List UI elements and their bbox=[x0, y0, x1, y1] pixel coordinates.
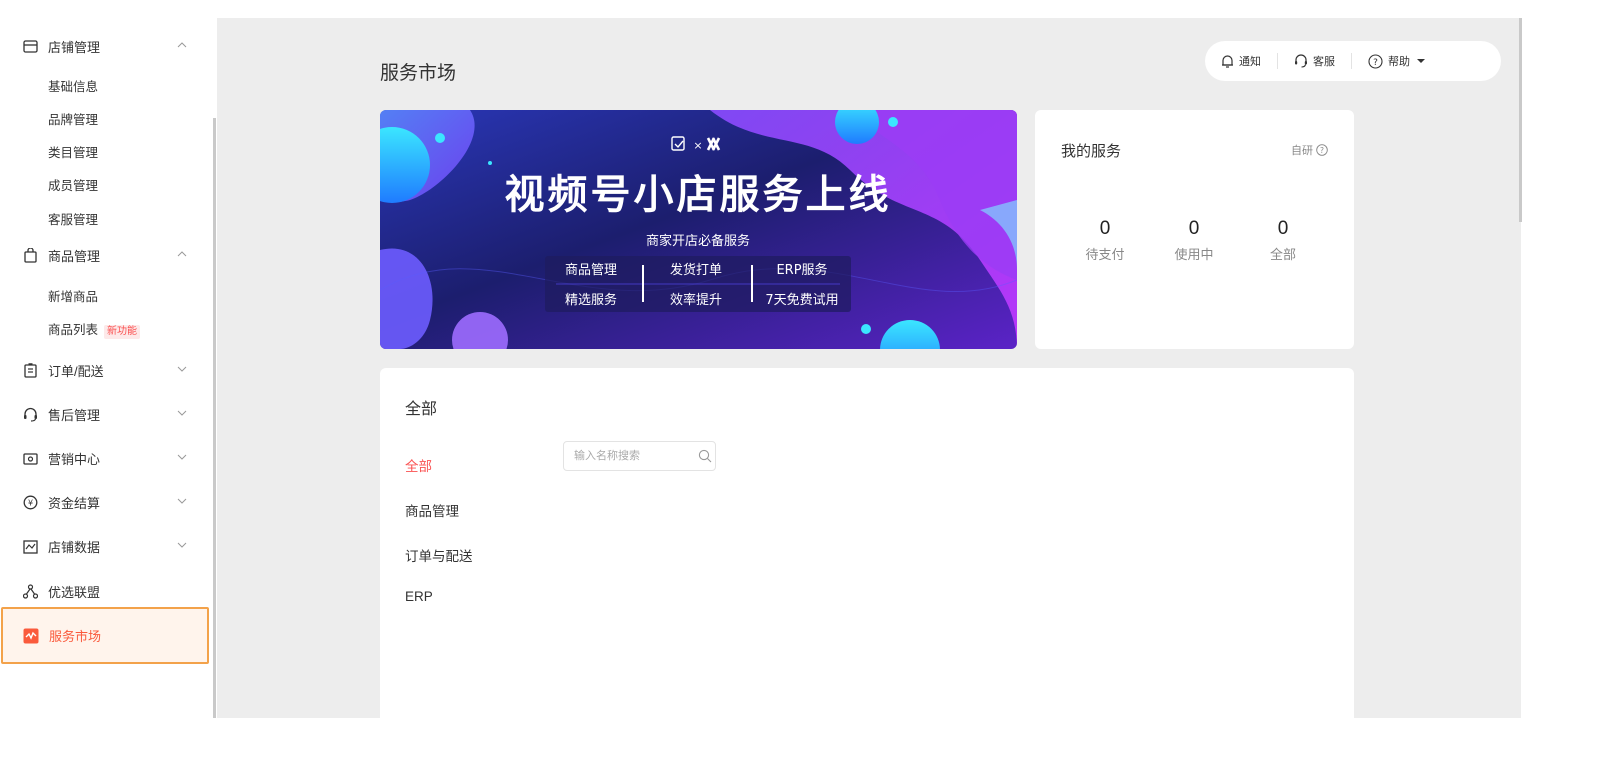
banner-feature-3-top: ERP服务 bbox=[776, 262, 827, 278]
stat-value: 0 bbox=[1188, 218, 1200, 239]
sidebar-group-after-sales[interactable]: 售后管理 bbox=[22, 405, 192, 424]
search-icon bbox=[698, 449, 712, 463]
stat-pending-payment[interactable]: 0 待支付 bbox=[1065, 218, 1145, 263]
chevron-up-icon bbox=[177, 246, 187, 262]
sidebar: 店铺管理 基础信息 品牌管理 类目管理 成员管理 客服管理 商品管理 新增商品 … bbox=[0, 0, 214, 718]
new-feature-badge: 新功能 bbox=[104, 325, 141, 339]
stat-label: 待支付 bbox=[1085, 247, 1125, 262]
bell-icon bbox=[1222, 55, 1233, 68]
sidebar-group-store[interactable]: 店铺管理 bbox=[22, 37, 192, 56]
category-all[interactable]: 全部 bbox=[405, 455, 432, 475]
svg-text:?: ? bbox=[1373, 58, 1378, 68]
service-catalog-card: 全部 全部 商品管理 订单与配送 ERP bbox=[380, 368, 1354, 728]
sidebar-item-category[interactable]: 类目管理 bbox=[48, 142, 98, 161]
chevron-up-icon bbox=[177, 37, 187, 53]
sidebar-group-store-data[interactable]: 店铺数据 bbox=[22, 537, 192, 556]
sidebar-item-brand[interactable]: 品牌管理 bbox=[48, 109, 98, 128]
yuan-coin-icon: ¥ bbox=[22, 495, 38, 511]
sidebar-item-service-market[interactable]: 服务市场 bbox=[1, 607, 209, 664]
sidebar-group-label: 优选联盟 bbox=[48, 585, 101, 600]
sidebar-group-label: 店铺数据 bbox=[48, 540, 101, 555]
catalog-title: 全部 bbox=[405, 401, 438, 418]
question-circle-icon: ? bbox=[1316, 144, 1328, 156]
search-input[interactable] bbox=[572, 449, 694, 463]
stat-label: 使用中 bbox=[1174, 247, 1214, 262]
sidebar-item-product-list[interactable]: 商品列表 新功能 bbox=[48, 319, 141, 339]
question-circle-icon: ? bbox=[1368, 53, 1383, 69]
caret-down-icon bbox=[1417, 59, 1425, 63]
sidebar-item-label: 服务市场 bbox=[49, 629, 102, 644]
sidebar-group-label: 资金结算 bbox=[48, 496, 101, 511]
sidebar-group-settlement[interactable]: ¥ 资金结算 bbox=[22, 493, 192, 512]
ticket-icon bbox=[22, 451, 38, 467]
network-icon bbox=[22, 584, 38, 600]
sidebar-item-new-product[interactable]: 新增商品 bbox=[48, 286, 98, 305]
main-scrollbar[interactable] bbox=[1519, 18, 1522, 222]
sidebar-group-label: 店铺管理 bbox=[48, 40, 101, 55]
sidebar-item-basic-info[interactable]: 基础信息 bbox=[48, 76, 98, 95]
banner-feature-2-bottom: 效率提升 bbox=[670, 292, 722, 308]
chevron-down-icon bbox=[177, 493, 187, 509]
chart-icon bbox=[22, 539, 38, 555]
my-services-card: 我的服务 自研 ? 0 待支付 0 使用中 0 全部 bbox=[1035, 110, 1354, 349]
banner-feature-2-top: 发货打单 bbox=[670, 262, 722, 278]
category-erp[interactable]: ERP bbox=[405, 589, 433, 604]
svg-text:?: ? bbox=[1320, 146, 1324, 155]
headset-icon bbox=[22, 407, 38, 423]
sidebar-item-members[interactable]: 成员管理 bbox=[48, 175, 98, 194]
stat-value: 0 bbox=[1277, 218, 1289, 239]
banner-headline: 视频号小店服务上线 bbox=[505, 172, 892, 218]
stat-in-use[interactable]: 0 使用中 bbox=[1154, 218, 1234, 263]
sidebar-item-customer-service[interactable]: 客服管理 bbox=[48, 209, 98, 228]
chevron-down-icon bbox=[177, 361, 187, 377]
service-search-box bbox=[563, 441, 716, 471]
sidebar-group-label: 售后管理 bbox=[48, 408, 101, 423]
sidebar-item-label: 商品列表 bbox=[48, 323, 99, 337]
help-dropdown[interactable]: ? 帮助 bbox=[1351, 53, 1442, 69]
help-label: 帮助 bbox=[1388, 56, 1410, 68]
svg-text:¥: ¥ bbox=[27, 499, 32, 508]
page-title: 服务市场 bbox=[380, 63, 457, 84]
customer-service-label: 客服 bbox=[1313, 56, 1335, 68]
notify-label: 通知 bbox=[1239, 56, 1261, 68]
shopping-bag-icon bbox=[22, 248, 38, 264]
chevron-down-icon bbox=[177, 537, 187, 553]
category-product-management[interactable]: 商品管理 bbox=[405, 500, 459, 520]
headset-icon bbox=[1295, 54, 1307, 68]
sidebar-group-orders[interactable]: 订单/配送 bbox=[22, 361, 192, 380]
self-developed-link[interactable]: 自研 ? bbox=[1291, 142, 1328, 158]
sidebar-group-label: 订单/配送 bbox=[48, 364, 104, 379]
service-market-icon bbox=[23, 628, 39, 644]
sidebar-group-marketing[interactable]: 营销中心 bbox=[22, 449, 192, 468]
sidebar-scrollbar[interactable] bbox=[213, 118, 216, 718]
clipboard-icon bbox=[22, 363, 38, 379]
sidebar-group-products[interactable]: 商品管理 bbox=[22, 246, 192, 265]
promo-banner[interactable]: × 视频号小店服务上线 商家开店必备服务 商品管理 精选服务 发货打单 效率提升… bbox=[380, 110, 1017, 349]
logo-separator: × bbox=[693, 139, 702, 152]
banner-feature-1-bottom: 精选服务 bbox=[565, 292, 617, 308]
my-services-title: 我的服务 bbox=[1061, 143, 1122, 160]
stat-all[interactable]: 0 全部 bbox=[1243, 218, 1323, 263]
stat-value: 0 bbox=[1099, 218, 1111, 239]
chevron-down-icon bbox=[177, 405, 187, 421]
sidebar-group-alliance[interactable]: 优选联盟 bbox=[22, 582, 192, 601]
banner-feature-3-bottom: 7天免费试用 bbox=[765, 293, 838, 308]
top-toolbar: 通知 客服 ? 帮助 bbox=[1205, 41, 1501, 81]
customer-service-button[interactable]: 客服 bbox=[1277, 53, 1351, 69]
stat-label: 全部 bbox=[1269, 247, 1296, 262]
banner-feature-1-top: 商品管理 bbox=[565, 263, 617, 278]
self-developed-label: 自研 bbox=[1291, 145, 1313, 157]
notify-button[interactable]: 通知 bbox=[1205, 53, 1277, 69]
store-icon bbox=[22, 39, 38, 55]
category-orders-delivery[interactable]: 订单与配送 bbox=[405, 545, 473, 565]
banner-subtitle: 商家开店必备服务 bbox=[646, 233, 750, 249]
main-content: 服务市场 通知 客服 ? 帮助 × 视频号小店服务上线 商家开店必备服务 商品管… bbox=[217, 18, 1521, 728]
chevron-down-icon bbox=[177, 449, 187, 465]
sidebar-group-label: 营销中心 bbox=[48, 452, 101, 467]
sidebar-group-label: 商品管理 bbox=[48, 249, 101, 264]
